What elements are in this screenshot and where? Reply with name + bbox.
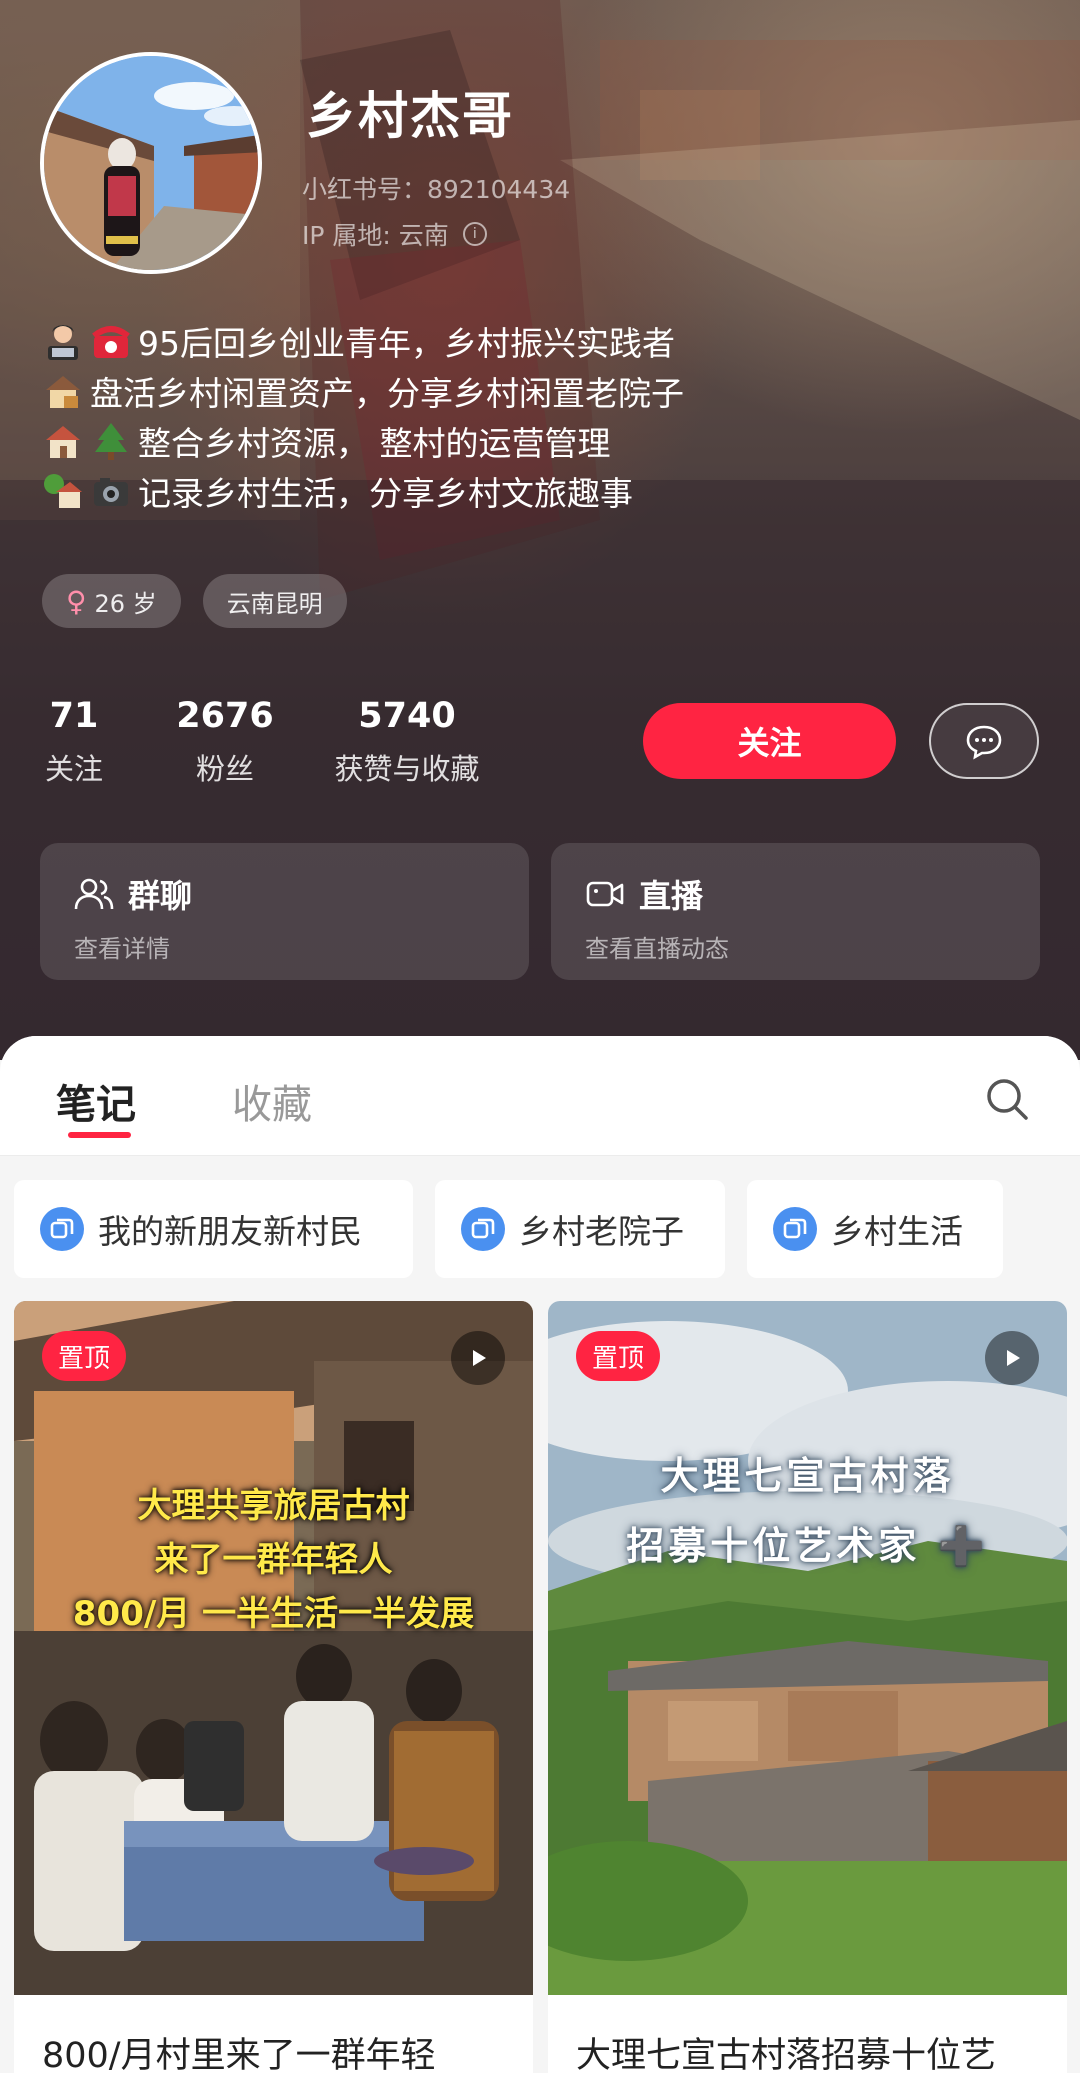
video-play-icon xyxy=(451,1331,505,1385)
note-title: 800/月村里来了一群年轻 xyxy=(42,2036,436,2073)
pinned-badge: 置顶 xyxy=(42,1331,127,1381)
group-chat-icon xyxy=(74,878,114,910)
stat-label: 获赞与收藏 xyxy=(334,752,480,786)
house-with-garden-emoji xyxy=(44,474,82,508)
search-icon[interactable] xyxy=(982,1074,1032,1124)
note-cover: 大理七宣古村落 招募十位艺术家 ➕ 置顶 xyxy=(548,1301,1067,1995)
nickname: 乡村杰哥 xyxy=(306,87,514,145)
tab-collections[interactable]: 收藏 xyxy=(232,1072,312,1130)
card-title-text: 直播 xyxy=(639,877,704,915)
age-text: 26 岁 xyxy=(94,589,157,618)
ip-location-text: IP 属地: 云南 xyxy=(302,221,449,250)
live-camera-icon xyxy=(586,881,624,907)
note-title: 大理七宣古村落招募十位艺 xyxy=(576,2036,997,2073)
collection-label: 乡村生活 xyxy=(831,1212,963,1251)
red-id: 小红书号：892104434 xyxy=(302,175,571,204)
stat-followers[interactable]: 2676 粉丝 xyxy=(170,696,280,788)
group-chat-card[interactable]: 群聊 查看详情 xyxy=(40,843,529,980)
collection-label: 乡村老院子 xyxy=(519,1212,684,1251)
house-with-box-emoji xyxy=(46,376,80,408)
collection-chip[interactable]: 乡村老院子 xyxy=(435,1180,725,1278)
overlay-line: 大理七宣古村落 xyxy=(660,1454,955,1498)
collection-icon xyxy=(461,1207,505,1251)
bio-line: 整合乡村资源， 整村的运营管理 xyxy=(42,416,684,466)
female-icon: ♀ xyxy=(66,584,87,618)
stat-likes-collects[interactable]: 5740 获赞与收藏 xyxy=(326,696,488,788)
location-tag: 云南昆明 xyxy=(202,574,347,628)
chat-bubble-icon xyxy=(966,725,1002,760)
collection-icon xyxy=(40,1207,84,1251)
card-title: 直播 xyxy=(585,871,703,917)
content-panel: 笔记 收藏 我的新朋友新村民 乡村老院子 乡村生活 大理共享旅居古村 来了一群年… xyxy=(0,1036,1080,2073)
collection-chip[interactable]: 乡村生活 xyxy=(747,1180,1003,1278)
message-button[interactable] xyxy=(929,703,1039,779)
collection-icon xyxy=(773,1207,817,1251)
camera-emoji xyxy=(94,478,128,506)
tab-bar: 笔记 收藏 xyxy=(0,1036,1080,1156)
bio-text-2: 盘活乡村闲置资产，分享乡村闲置老院子 xyxy=(90,374,684,413)
active-tab-indicator xyxy=(68,1132,131,1138)
stat-label: 关注 xyxy=(44,752,103,786)
pinned-badge: 置顶 xyxy=(576,1331,661,1381)
note-cover: 大理共享旅居古村 来了一群年轻人 800/月 一半生活一半发展 置顶 xyxy=(14,1301,533,1995)
ip-location: IP 属地: 云南 i xyxy=(302,216,487,252)
note-overlay-text: 大理共享旅居古村 来了一群年轻人 800/月 一半生活一半发展 xyxy=(14,1479,533,1641)
collection-chip[interactable]: 我的新朋友新村民 xyxy=(14,1180,413,1278)
card-subtitle: 查看直播动态 xyxy=(585,935,729,963)
collection-label: 我的新朋友新村民 xyxy=(98,1212,362,1251)
bio-text-3: 整合乡村资源， 整村的运营管理 xyxy=(138,424,611,463)
collection-chips: 我的新朋友新村民 乡村老院子 乡村生活 xyxy=(14,1180,1003,1278)
avatar[interactable] xyxy=(40,52,262,274)
live-card[interactable]: 直播 查看直播动态 xyxy=(551,843,1040,980)
house-emoji xyxy=(46,426,80,458)
stat-value: 5740 xyxy=(358,696,456,736)
profile-tags: ♀ 26 岁 云南昆明 xyxy=(42,574,347,628)
technologist-emoji xyxy=(48,325,78,360)
evergreen-tree-emoji xyxy=(95,423,127,460)
note-cover-image xyxy=(14,1301,533,1995)
overlay-line: 招募十位艺术家 ➕ xyxy=(626,1524,989,1568)
follow-button[interactable]: 关注 xyxy=(643,703,896,779)
bio-text-1: 95后回乡创业青年，乡村振兴实践者 xyxy=(138,324,675,363)
card-title: 群聊 xyxy=(74,871,192,917)
profile-stats: 71 关注 2676 粉丝 5740 获赞与收藏 xyxy=(42,696,488,788)
telephone-emoji xyxy=(92,326,130,358)
stat-following[interactable]: 71 关注 xyxy=(42,696,106,788)
card-title-text: 群聊 xyxy=(128,877,193,915)
stat-label: 粉丝 xyxy=(195,752,254,786)
note-overlay-text: 大理七宣古村落 招募十位艺术家 ➕ xyxy=(548,1441,1067,1581)
info-icon[interactable]: i xyxy=(462,222,487,246)
bio-line: 盘活乡村闲置资产，分享乡村闲置老院子 xyxy=(42,366,684,416)
stat-value: 2676 xyxy=(176,696,274,736)
bio-text-4: 记录乡村生活，分享乡村文旅趣事 xyxy=(138,474,633,513)
overlay-line: 大理共享旅居古村 xyxy=(137,1486,410,1526)
note-cover-image xyxy=(548,1301,1067,1995)
video-play-icon xyxy=(985,1331,1039,1385)
age-tag: ♀ 26 岁 xyxy=(42,574,181,628)
card-subtitle: 查看详情 xyxy=(74,935,170,963)
location-text: 云南昆明 xyxy=(226,589,323,618)
overlay-line: 来了一群年轻人 xyxy=(154,1540,393,1580)
bio-line: 记录乡村生活，分享乡村文旅趣事 xyxy=(42,466,684,516)
bio: 95后回乡创业青年，乡村振兴实践者 盘活乡村闲置资产，分享乡村闲置老院子 整合乡… xyxy=(42,316,684,516)
bio-line: 95后回乡创业青年，乡村振兴实践者 xyxy=(42,316,684,366)
tab-notes[interactable]: 笔记 xyxy=(56,1072,136,1130)
overlay-line: 800/月 一半生活一半发展 xyxy=(72,1594,475,1634)
profile-header: 乡村杰哥 小红书号：892104434 IP 属地: 云南 i 95后回乡创业青… xyxy=(0,0,1080,1060)
note-card[interactable]: 大理七宣古村落 招募十位艺术家 ➕ 置顶 大理七宣古村落招募十位艺 xyxy=(548,1301,1067,2073)
stat-value: 71 xyxy=(49,696,99,736)
note-card[interactable]: 大理共享旅居古村 来了一群年轻人 800/月 一半生活一半发展 置顶 800/月… xyxy=(14,1301,533,2073)
